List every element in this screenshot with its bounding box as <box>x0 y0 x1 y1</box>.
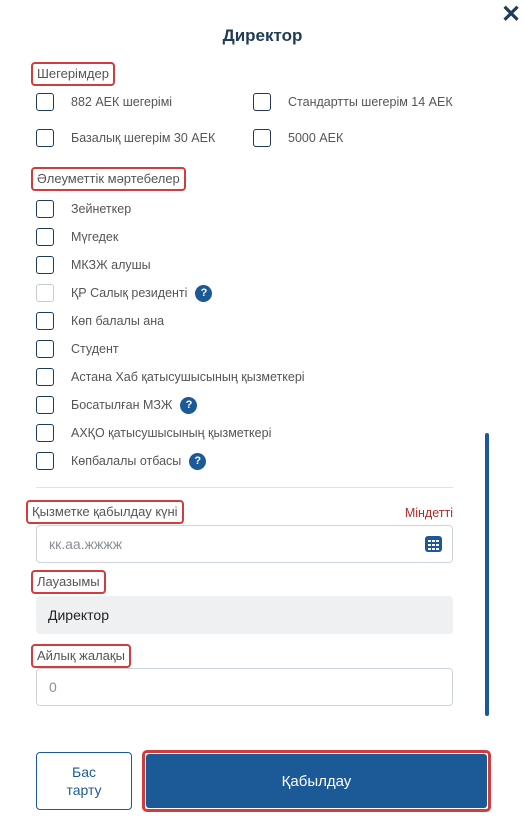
salary-label: Айлық жалақы <box>31 644 131 668</box>
status-pensioner[interactable]: Зейнеткер <box>36 200 131 218</box>
hire-date-label: Қызметке қабылдау күні <box>26 500 184 524</box>
deduction-882[interactable]: 882 АЕК шегерімі <box>36 93 172 111</box>
checkbox[interactable] <box>36 396 54 414</box>
checkbox-label: Босатылған МЗЖ <box>71 398 173 412</box>
dialog-title: Директор <box>222 26 303 45</box>
checkbox-label: АХҚО қатысушысының қызметкері <box>71 426 272 440</box>
checkbox[interactable] <box>36 368 54 386</box>
deduction-5000[interactable]: 5000 АЕК <box>253 129 343 147</box>
salary-input[interactable]: 0 <box>36 668 453 706</box>
checkbox[interactable] <box>36 93 54 111</box>
status-exempt-mzzh[interactable]: Босатылған МЗЖ ? <box>36 396 198 414</box>
status-large-family-mother[interactable]: Көп балалы ана <box>36 312 164 330</box>
social-status-label: Әлеуметтік мәртебелер <box>31 167 186 191</box>
help-icon[interactable]: ? <box>180 396 198 414</box>
scrollbar[interactable] <box>485 433 489 716</box>
status-aifc[interactable]: АХҚО қатысушысының қызметкері <box>36 424 271 442</box>
help-icon[interactable]: ? <box>189 452 207 470</box>
accept-button[interactable]: Қабылдау <box>142 750 491 812</box>
position-field: Директор <box>36 596 453 634</box>
divider <box>36 487 453 488</box>
checkbox[interactable] <box>36 452 54 470</box>
checkbox[interactable] <box>36 340 54 358</box>
checkbox[interactable] <box>36 256 54 274</box>
checkbox-label: Стандартты шегерім 14 АЕК <box>288 95 453 109</box>
checkbox-label: ҚР Салық резиденті <box>71 286 188 300</box>
checkbox <box>36 284 54 302</box>
status-student[interactable]: Студент <box>36 340 119 358</box>
close-icon[interactable]: ✕ <box>500 3 522 27</box>
checkbox[interactable] <box>36 228 54 246</box>
status-disabled-person[interactable]: Мүгедек <box>36 228 118 246</box>
deduction-basic-30[interactable]: Базалық шегерім 30 АЕК <box>36 129 215 147</box>
accept-button-label: Қабылдау <box>146 754 487 808</box>
checkbox[interactable] <box>36 200 54 218</box>
checkbox-label: Көп балалы ана <box>71 314 165 328</box>
position-value: Директор <box>48 607 109 623</box>
checkbox-label: Астана Хаб қатысушысының қызметкері <box>71 370 305 384</box>
hire-date-placeholder: кк.аа.жжжж <box>49 536 123 552</box>
deduction-standard-14[interactable]: Стандартты шегерім 14 АЕК <box>253 93 453 111</box>
checkbox-label: МКЗЖ алушы <box>71 258 151 272</box>
status-tax-resident[interactable]: ҚР Салық резиденті ? <box>36 284 213 302</box>
hire-date-input[interactable]: кк.аа.жжжж <box>36 525 453 563</box>
cancel-button-label: Бас тарту <box>66 764 102 798</box>
checkbox[interactable] <box>36 312 54 330</box>
checkbox-label: 882 АЕК шегерімі <box>71 95 173 109</box>
checkbox-label: Зейнеткер <box>71 202 132 216</box>
position-label: Лауазымы <box>31 570 106 594</box>
checkbox-label: Көпбалалы отбасы <box>71 454 182 468</box>
checkbox-label: Базалық шегерім 30 АЕК <box>71 131 216 145</box>
checkbox[interactable] <box>36 424 54 442</box>
checkbox-label: Мүгедек <box>71 230 119 244</box>
checkbox[interactable] <box>253 129 271 147</box>
deductions-label: Шегерімдер <box>31 62 115 86</box>
checkbox[interactable] <box>36 129 54 147</box>
salary-placeholder: 0 <box>49 679 57 695</box>
required-indicator: Міндетті <box>404 506 453 520</box>
calendar-icon[interactable] <box>425 536 442 552</box>
status-astana-hub[interactable]: Астана Хаб қатысушысының қызметкері <box>36 368 305 386</box>
checkbox[interactable] <box>253 93 271 111</box>
cancel-button[interactable]: Бас тарту <box>36 752 132 810</box>
checkbox-label: 5000 АЕК <box>288 131 344 145</box>
status-large-family[interactable]: Көпбалалы отбасы ? <box>36 452 207 470</box>
status-mkzzh[interactable]: МКЗЖ алушы <box>36 256 151 274</box>
checkbox-label: Студент <box>71 342 119 356</box>
help-icon[interactable]: ? <box>195 284 213 302</box>
